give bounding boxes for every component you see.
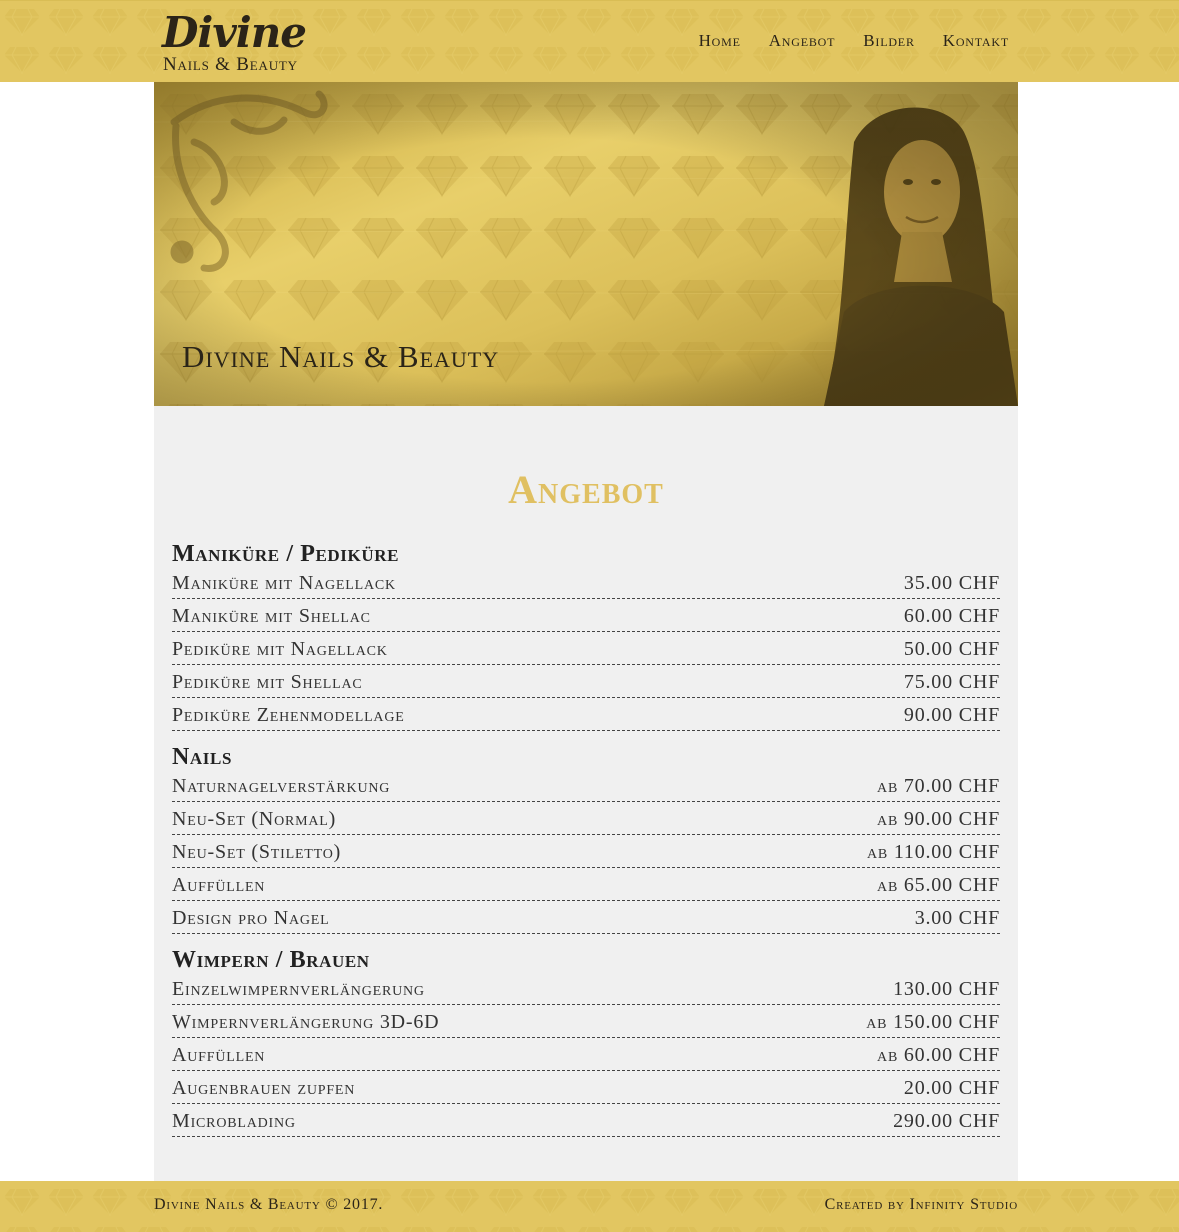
price-row: Maniküre mit Nagellack 35.00 CHF — [172, 566, 1000, 599]
nav-bilder[interactable]: Bilder — [863, 29, 914, 53]
credit-link[interactable]: Created by Infinity Studio — [825, 1195, 1018, 1215]
service-name: Wimpernverlängerung 3D-6D — [172, 1011, 440, 1033]
service-price: ab 60.00 CHF — [877, 1044, 1000, 1066]
nav-angebot[interactable]: Angebot — [769, 29, 836, 53]
price-row: Pediküre mit Shellac 75.00 CHF — [172, 665, 1000, 698]
hero-title: Divine Nails & Beauty — [182, 339, 500, 374]
service-name: Pediküre Zehenmodellage — [172, 704, 405, 726]
site-header: Divine Nails & Beauty Home Angebot Bilde… — [0, 0, 1179, 82]
price-row: Design pro Nagel 3.00 CHF — [172, 901, 1000, 934]
main-nav: Home Angebot Bilder Kontakt — [699, 29, 1009, 53]
service-name: Naturnagelverstärkung — [172, 775, 391, 797]
service-name: Augenbrauen zupfen — [172, 1077, 356, 1099]
price-row: Neu-Set (Normal) ab 90.00 CHF — [172, 802, 1000, 835]
category-title: Maniküre / Pediküre — [172, 541, 400, 567]
service-price: ab 65.00 CHF — [877, 874, 1000, 896]
logo-script: Divine — [162, 8, 307, 57]
price-row: Naturnagelverstärkung ab 70.00 CHF — [172, 769, 1000, 802]
service-name: Einzelwimpernverlängerung — [172, 978, 425, 1000]
service-name: Neu-Set (Normal) — [172, 808, 337, 830]
service-price: 20.00 CHF — [903, 1077, 1000, 1099]
service-price: ab 90.00 CHF — [877, 808, 1000, 830]
copyright-text: Divine Nails & Beauty © 2017. — [154, 1196, 384, 1213]
service-price: 35.00 CHF — [903, 572, 1000, 594]
service-price: ab 70.00 CHF — [877, 775, 1000, 797]
service-price: 130.00 CHF — [893, 978, 1000, 1000]
nav-home[interactable]: Home — [699, 29, 741, 53]
logo[interactable]: Divine Nails & Beauty — [162, 7, 332, 77]
service-price: ab 150.00 CHF — [866, 1011, 1000, 1033]
price-row: Auffüllen ab 60.00 CHF — [172, 1038, 1000, 1071]
category-title: Wimpern / Brauen — [172, 947, 370, 973]
nav-kontakt[interactable]: Kontakt — [943, 29, 1009, 53]
service-name: Microblading — [172, 1110, 296, 1132]
service-name: Pediküre mit Nagellack — [172, 638, 388, 660]
service-name: Auffüllen — [172, 1044, 266, 1066]
service-price: 290.00 CHF — [893, 1110, 1000, 1132]
price-row: Maniküre mit Shellac 60.00 CHF — [172, 599, 1000, 632]
price-row: Pediküre mit Nagellack 50.00 CHF — [172, 632, 1000, 665]
price-list-section: Angebot Maniküre / Pediküre Maniküre mit… — [154, 406, 1018, 1182]
service-name: Maniküre mit Shellac — [172, 605, 371, 627]
service-price: 50.00 CHF — [903, 638, 1000, 660]
page-title: Angebot — [508, 467, 664, 512]
service-price: 60.00 CHF — [903, 605, 1000, 627]
price-row: Einzelwimpernverlängerung 130.00 CHF — [172, 972, 1000, 1005]
price-row: Wimpernverlängerung 3D-6D ab 150.00 CHF — [172, 1005, 1000, 1038]
service-price: 90.00 CHF — [903, 704, 1000, 726]
service-price: 3.00 CHF — [914, 907, 1000, 929]
price-row: Microblading 290.00 CHF — [172, 1104, 1000, 1137]
service-name: Neu-Set (Stiletto) — [172, 841, 342, 863]
service-name: Maniküre mit Nagellack — [172, 572, 396, 594]
price-row: Neu-Set (Stiletto) ab 110.00 CHF — [172, 835, 1000, 868]
service-name: Pediküre mit Shellac — [172, 671, 363, 693]
service-price: ab 110.00 CHF — [866, 841, 1000, 863]
service-price: 75.00 CHF — [903, 671, 1000, 693]
hero-banner: Divine Nails & Beauty — [154, 82, 1018, 406]
category-title: Nails — [172, 744, 233, 770]
service-name: Auffüllen — [172, 874, 266, 896]
service-name: Design pro Nagel — [172, 907, 330, 929]
price-row: Augenbrauen zupfen 20.00 CHF — [172, 1071, 1000, 1104]
price-row: Auffüllen ab 65.00 CHF — [172, 868, 1000, 901]
site-footer: Divine Nails & Beauty © 2017. Created by… — [0, 1181, 1179, 1232]
price-row: Pediküre Zehenmodellage 90.00 CHF — [172, 698, 1000, 731]
logo-subtitle: Nails & Beauty — [163, 54, 298, 75]
